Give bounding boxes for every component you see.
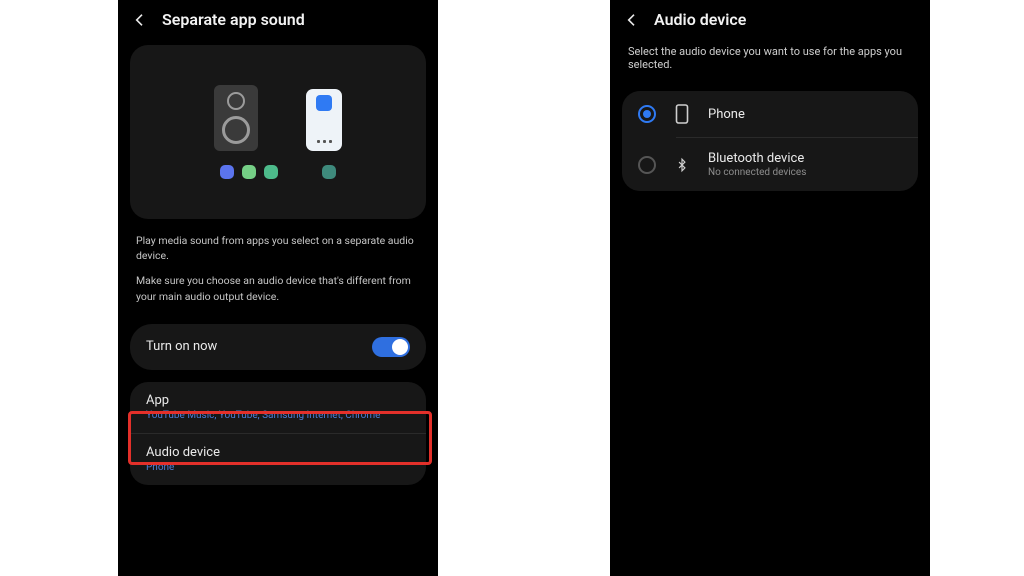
option-phone[interactable]: Phone [622,91,918,137]
radio-selected-icon[interactable] [638,105,656,123]
back-icon[interactable] [132,12,148,28]
back-icon[interactable] [624,12,640,28]
app-row[interactable]: App YouTube Music, YouTube, Samsung Inte… [130,382,426,433]
toggle-label: Turn on now [146,339,217,354]
page-title: Separate app sound [162,10,305,29]
app-row-value: YouTube Music, YouTube, Samsung Internet… [146,410,410,421]
option-label: Bluetooth device [708,151,806,166]
toggle-switch[interactable] [372,337,410,357]
settings-list: App YouTube Music, YouTube, Samsung Inte… [130,382,426,485]
option-sublabel: No connected devices [708,167,806,178]
app-chips [220,165,336,179]
screen-separate-app-sound: Separate app sound Play media sound from… [118,0,438,576]
option-bluetooth[interactable]: Bluetooth device No connected devices [622,138,918,191]
description-text: Play media sound from apps you select on… [118,227,438,316]
screen-audio-device: Audio device Select the audio device you… [610,0,930,576]
page-title: Audio device [654,10,746,29]
description-line-2: Make sure you choose an audio device tha… [136,273,420,303]
speaker-icon [214,85,258,151]
audio-device-row-value: Phone [146,462,410,473]
option-label: Phone [708,107,745,122]
audio-device-row-title: Audio device [146,445,410,460]
instruction-text: Select the audio device you want to use … [610,37,930,77]
radio-unselected-icon[interactable] [638,156,656,174]
bluetooth-icon [672,155,692,175]
phone-icon [672,104,692,124]
turn-on-now-row[interactable]: Turn on now [130,324,426,370]
audio-device-row[interactable]: Audio device Phone [130,433,426,485]
phone-illustration-icon [306,89,342,151]
device-option-list: Phone Bluetooth device No connected devi… [622,91,918,191]
illustration-card [130,45,426,219]
header: Audio device [610,0,930,37]
app-row-title: App [146,393,410,408]
header: Separate app sound [118,0,438,37]
description-line-1: Play media sound from apps you select on… [136,233,420,263]
